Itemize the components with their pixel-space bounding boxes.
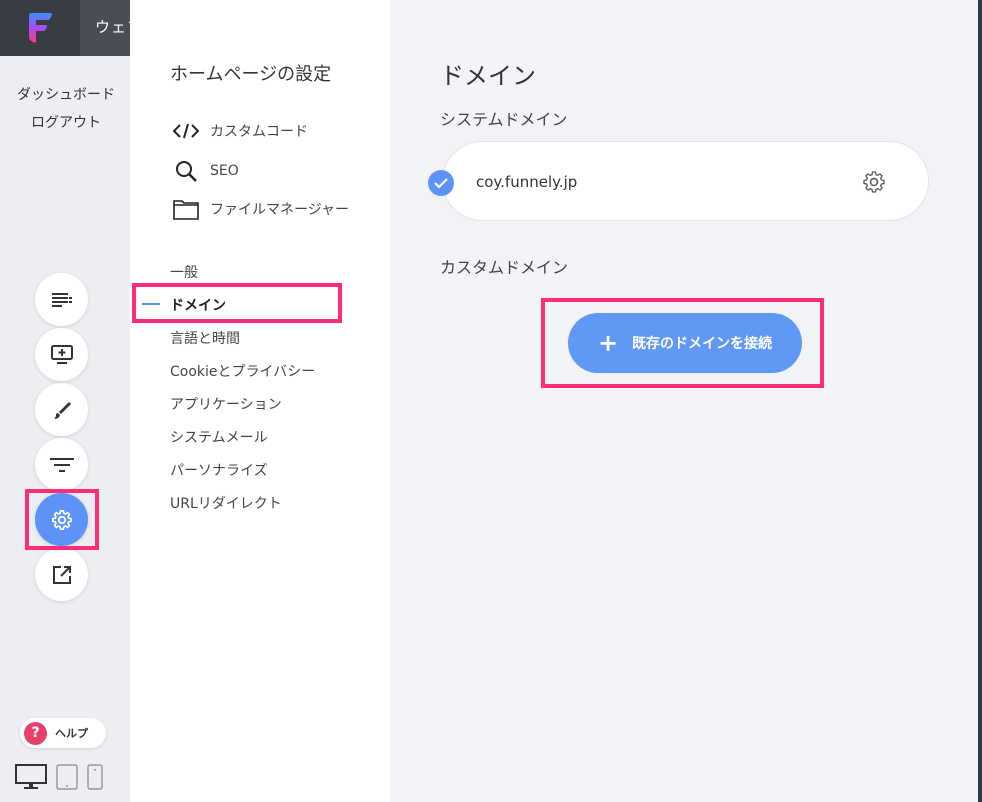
domain-nav-highlight-box [132, 283, 342, 323]
main-content: ドメイン システムドメイン coy.funnely.jp カスタムドメイン + … [390, 0, 978, 802]
nav-url-redirect[interactable]: URLリダイレクト [170, 493, 282, 513]
add-screen-icon [50, 344, 73, 364]
settings-title: ホームページの設定 [170, 64, 332, 85]
check-icon [428, 170, 454, 196]
logout-link[interactable]: ログアウト [31, 112, 101, 132]
settings-highlight-box [25, 489, 99, 550]
nav-cookie-privacy[interactable]: Cookieとプライバシー [170, 361, 315, 381]
file-manager-label: ファイルマネージャー [210, 202, 350, 218]
help-icon: ? [24, 721, 47, 745]
custom-code-label: カスタムコード [210, 124, 308, 140]
design-button[interactable] [35, 383, 88, 436]
nav-general[interactable]: 一般 [170, 262, 198, 282]
app-logo[interactable] [0, 0, 80, 56]
domain-settings-button[interactable] [860, 168, 888, 196]
sections-button[interactable] [35, 273, 88, 326]
system-domain-value: coy.funnely.jp [476, 173, 578, 191]
device-preview-switcher [15, 764, 103, 790]
nav-system-mail[interactable]: システムメール [170, 427, 268, 447]
system-domain-heading: システムドメイン [440, 110, 568, 129]
filter-icon [49, 457, 74, 472]
brush-icon [53, 401, 71, 419]
tablet-icon[interactable] [56, 764, 78, 790]
nav-language-time[interactable]: 言語と時間 [170, 328, 240, 348]
funnely-logo-icon [29, 13, 52, 43]
file-manager-item[interactable]: ファイルマネージャー [172, 198, 349, 220]
external-link-icon [52, 565, 71, 584]
canvas-edge [978, 0, 982, 802]
mobile-icon[interactable] [87, 764, 103, 790]
dashboard-link[interactable]: ダッシュボード [17, 84, 115, 104]
nav-applications[interactable]: アプリケーション [170, 394, 282, 414]
menu-list-icon [51, 292, 72, 307]
gear-icon [863, 171, 885, 193]
help-button[interactable]: ? ヘルプ [20, 718, 106, 748]
add-page-button[interactable] [35, 328, 88, 381]
preview-button[interactable] [35, 548, 88, 601]
nav-personalize[interactable]: パーソナライズ [170, 460, 268, 480]
connect-button-highlight-box [541, 298, 824, 388]
custom-code-item[interactable]: カスタムコード [172, 121, 308, 141]
code-icon [172, 123, 200, 139]
help-label: ヘルプ [55, 727, 88, 740]
page-title: ドメイン [440, 62, 536, 90]
desktop-icon[interactable] [15, 764, 47, 790]
settings-panel: ホームページの設定 カスタムコード SEO ファイルマネージャー 一般 ドメイン… [130, 0, 390, 802]
search-icon [172, 160, 200, 182]
seo-label: SEO [210, 163, 239, 179]
filter-button[interactable] [35, 438, 88, 491]
folder-icon [172, 198, 200, 220]
seo-item[interactable]: SEO [172, 160, 239, 182]
custom-domain-heading: カスタムドメイン [440, 258, 569, 277]
